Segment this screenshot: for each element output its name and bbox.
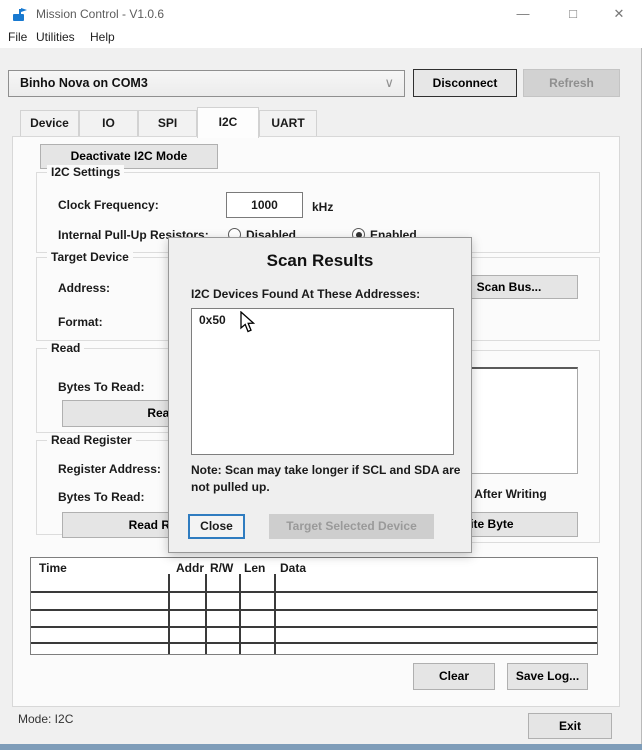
log-table[interactable]: Time Addr R/W Len Data xyxy=(30,557,598,655)
col-rw: R/W xyxy=(210,561,233,575)
maximize-icon[interactable]: □ xyxy=(558,4,588,24)
col-data: Data xyxy=(280,561,306,575)
title-bar: Mission Control - V1.0.6 — □ ✕ xyxy=(0,0,642,28)
tab-uart[interactable]: UART xyxy=(259,110,317,137)
scan-results-dialog: Scan Results I2C Devices Found At These … xyxy=(168,237,472,553)
col-time: Time xyxy=(39,561,67,575)
table-row xyxy=(31,626,597,628)
clock-frequency-label: Clock Frequency: xyxy=(58,198,159,212)
disconnect-button[interactable]: Disconnect xyxy=(413,69,517,97)
format-label: Format: xyxy=(58,315,103,329)
menu-bar: File Utilities Help xyxy=(0,28,642,48)
table-row xyxy=(31,591,597,593)
bytes-to-read-label: Bytes To Read: xyxy=(58,380,144,394)
read-group-title: Read xyxy=(47,341,84,355)
status-mode: Mode: I2C xyxy=(18,712,73,726)
dialog-note: Note: Scan may take longer if SCL and SD… xyxy=(191,462,467,497)
target-selected-device-button: Target Selected Device xyxy=(269,514,434,539)
col-len: Len xyxy=(244,561,265,575)
app-icon xyxy=(12,6,28,22)
tab-device[interactable]: Device xyxy=(20,110,79,137)
target-device-group-title: Target Device xyxy=(47,250,133,264)
table-row xyxy=(31,609,597,611)
dialog-subtitle: I2C Devices Found At These Addresses: xyxy=(191,287,420,301)
clock-frequency-unit: kHz xyxy=(312,200,333,214)
window-bottom-border xyxy=(0,744,642,750)
device-select[interactable]: Binho Nova on COM3 ∨ xyxy=(8,70,405,97)
menu-utilities[interactable]: Utilities xyxy=(36,30,75,44)
tab-io[interactable]: IO xyxy=(79,110,138,137)
minimize-icon[interactable]: — xyxy=(508,4,538,24)
dialog-title: Scan Results xyxy=(169,251,471,271)
window-title: Mission Control - V1.0.6 xyxy=(36,7,164,21)
mouse-cursor-icon xyxy=(240,311,256,334)
table-row xyxy=(31,642,597,644)
register-bytes-to-read-label: Bytes To Read: xyxy=(58,490,144,504)
clear-button[interactable]: Clear xyxy=(413,663,495,690)
read-register-group-title: Read Register xyxy=(47,433,136,447)
list-item[interactable]: 0x50 xyxy=(192,309,453,331)
close-icon[interactable]: ✕ xyxy=(604,4,634,24)
chevron-down-icon: ∨ xyxy=(384,75,394,91)
device-select-value: Binho Nova on COM3 xyxy=(20,76,148,90)
refresh-button: Refresh xyxy=(523,69,620,97)
device-list[interactable]: 0x50 xyxy=(191,308,454,455)
exit-button[interactable]: Exit xyxy=(528,713,612,739)
menu-help[interactable]: Help xyxy=(90,30,115,44)
save-log-button[interactable]: Save Log... xyxy=(507,663,588,690)
close-button[interactable]: Close xyxy=(188,514,245,539)
clock-frequency-input[interactable]: 1000 xyxy=(226,192,303,218)
tab-spi[interactable]: SPI xyxy=(138,110,197,137)
register-address-label: Register Address: xyxy=(58,462,161,476)
i2c-settings-group-title: I2C Settings xyxy=(47,165,124,179)
col-addr: Addr xyxy=(176,561,204,575)
tab-i2c[interactable]: I2C xyxy=(197,107,259,138)
menu-file[interactable]: File xyxy=(8,30,27,44)
address-label: Address: xyxy=(58,281,110,295)
